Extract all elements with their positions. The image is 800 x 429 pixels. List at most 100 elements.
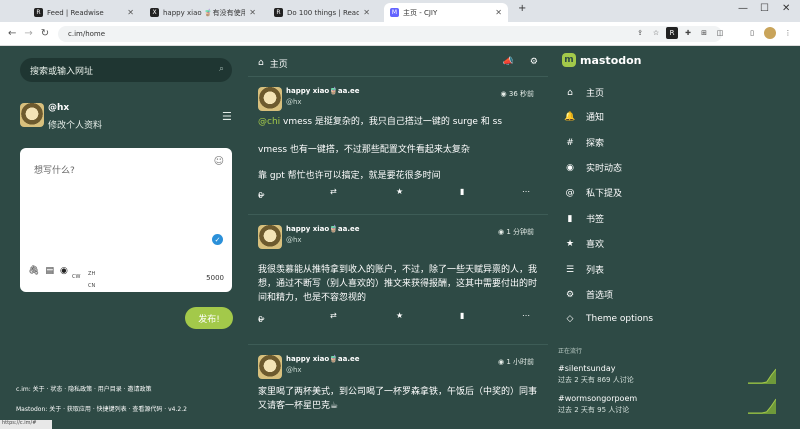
post-paragraph: vmess 也有一键搭，不过那些配置文件看起来太复杂 bbox=[258, 145, 470, 155]
compose-textarea[interactable]: 想写什么? ☺ ✓ 🖇 ▤ ◉ CW ZH CN 5000 bbox=[20, 148, 232, 292]
nav-item-lists[interactable]: ☰ 列表 bbox=[564, 263, 794, 277]
status-post[interactable]: happy xiao🧋aa.ee @hx ◉ 36 秒前 @chi vmess … bbox=[248, 76, 548, 210]
post-paragraph: 靠 gpt 帮忙也许可以搞定，就是要花很多时间 bbox=[258, 171, 441, 181]
nav-label: 通知 bbox=[586, 113, 605, 123]
timestamp[interactable]: ◉ 1 分钟前 bbox=[498, 227, 534, 237]
back-icon[interactable]: ← bbox=[8, 28, 16, 39]
tab-label: Do 100 things | Readwise bbox=[287, 8, 360, 17]
publish-button[interactable]: 发布! bbox=[185, 307, 233, 329]
bookmark-icon[interactable]: ▮ bbox=[460, 311, 464, 320]
avatar[interactable] bbox=[258, 87, 282, 111]
column-header: ⌂ 主页 📣 ⚙ bbox=[248, 52, 548, 74]
content-warning-button[interactable]: CW bbox=[72, 274, 80, 280]
browser-tab-1[interactable]: R Feed | Readwise ✕ bbox=[28, 3, 140, 22]
status-post[interactable]: happy xiao🧋aa.ee @hx ◉ 1 小时前 家里喝了两杯美式，到公… bbox=[248, 344, 548, 429]
browser-tab-3[interactable]: R Do 100 things | Readwise ✕ bbox=[268, 3, 376, 22]
puzzle-extension-icon[interactable]: ✚ bbox=[682, 27, 694, 39]
url-input[interactable]: c.im/home bbox=[58, 26, 722, 42]
bookmark-star-icon[interactable]: ☆ bbox=[650, 27, 662, 39]
footer-mastodon-links[interactable]: Mastodon: 关于 · 获取应用 · 快捷键列表 · 查看源代码 · v4… bbox=[16, 404, 187, 413]
mastodon-logo[interactable]: m mastodon bbox=[562, 53, 642, 67]
avatar[interactable] bbox=[20, 103, 44, 127]
language-selector[interactable]: ZH CN bbox=[88, 268, 95, 292]
user-handle[interactable]: @hx bbox=[48, 103, 69, 113]
bookmark-icon[interactable]: ▮ bbox=[460, 187, 464, 196]
share-icon[interactable]: ⇪ bbox=[634, 27, 646, 39]
sidebar-icon[interactable]: ▯ bbox=[746, 27, 758, 39]
maximize-icon[interactable]: ☐ bbox=[760, 3, 769, 14]
column-settings-icon[interactable]: ⚙ bbox=[530, 57, 538, 67]
post-paragraph: 我很羡慕能从推特拿到收入的账户，不过，除了一些天赋异禀的人，我想，通过不断写（别… bbox=[258, 265, 538, 303]
display-name[interactable]: happy xiao🧋aa.ee bbox=[286, 355, 360, 363]
account-handle[interactable]: @hx bbox=[286, 366, 302, 374]
avatar[interactable] bbox=[258, 355, 282, 379]
avatar[interactable] bbox=[258, 225, 282, 249]
boost-icon[interactable]: ⇄ bbox=[330, 187, 337, 196]
announcements-icon[interactable]: 📣 bbox=[503, 57, 514, 67]
more-options-icon[interactable]: ⋯ bbox=[522, 311, 530, 320]
nav-item-private-mentions[interactable]: @ 私下提及 bbox=[564, 186, 794, 200]
search-input[interactable]: 搜索或输入网址 ⌕ bbox=[20, 58, 232, 82]
nav-item-preferences[interactable]: ⚙ 首选项 bbox=[564, 288, 794, 302]
nav-item-home[interactable]: ⌂ 主页 bbox=[564, 86, 794, 100]
nav-item-theme-options[interactable]: ◇ Theme options bbox=[564, 314, 794, 324]
nav-item-favourites[interactable]: ★ 喜欢 bbox=[564, 237, 794, 251]
attachment-icon[interactable]: 🖇 bbox=[28, 266, 39, 276]
status-post[interactable]: happy xiao🧋aa.ee @hx ◉ 1 分钟前 我很羡慕能从推特拿到收… bbox=[248, 214, 548, 340]
more-options-icon[interactable]: ⋯ bbox=[522, 187, 530, 196]
poll-icon[interactable]: ▤ bbox=[45, 266, 54, 276]
minimize-icon[interactable]: — bbox=[738, 3, 748, 14]
bell-icon: 🔔 bbox=[564, 111, 576, 122]
profile-avatar-icon[interactable] bbox=[764, 27, 776, 39]
hamburger-menu-icon[interactable]: ☰ bbox=[222, 110, 232, 123]
search-icon: ⌕ bbox=[218, 64, 224, 74]
favourite-star-icon[interactable]: ★ bbox=[396, 187, 403, 196]
browser-menu-icon[interactable]: ⋮ bbox=[782, 27, 794, 39]
nav-item-explore[interactable]: # 探索 bbox=[564, 136, 794, 150]
post-content: @chi vmess 是挺复杂的，我只自己搭过一键的 surge 和 ss bbox=[258, 115, 538, 129]
mention-link[interactable]: @chi bbox=[258, 117, 280, 127]
trends-heading: 正在流行 bbox=[558, 348, 583, 355]
visibility-globe-icon[interactable]: ◉ bbox=[60, 266, 68, 276]
nav-item-notifications[interactable]: 🔔 通知 bbox=[564, 110, 794, 124]
at-icon: @ bbox=[565, 187, 575, 198]
nav-item-bookmarks[interactable]: ▮ 书签 bbox=[564, 212, 794, 226]
timestamp[interactable]: ◉ 36 秒前 bbox=[501, 89, 534, 99]
nav-label: Theme options bbox=[586, 314, 654, 324]
timestamp[interactable]: ◉ 1 小时前 bbox=[498, 357, 534, 367]
account-handle[interactable]: @hx bbox=[286, 98, 302, 106]
extension-icon[interactable]: ⊞ bbox=[698, 27, 710, 39]
close-icon[interactable]: ✕ bbox=[495, 8, 502, 17]
nav-item-live-feeds[interactable]: ◉ 实时动态 bbox=[564, 161, 794, 175]
nav-label: 列表 bbox=[586, 266, 605, 276]
tab-label: Feed | Readwise bbox=[47, 8, 104, 17]
reload-icon[interactable]: ↻ bbox=[41, 28, 49, 39]
nav-label: 喜欢 bbox=[586, 240, 605, 250]
window-close-icon[interactable]: ✕ bbox=[782, 3, 790, 14]
new-tab-button[interactable]: + bbox=[518, 3, 526, 14]
close-icon[interactable]: ✕ bbox=[127, 8, 134, 17]
edit-profile-link[interactable]: 修改个人资料 bbox=[48, 118, 102, 131]
favourite-star-icon[interactable]: ★ bbox=[396, 311, 403, 320]
display-name[interactable]: happy xiao🧋aa.ee bbox=[286, 225, 360, 233]
display-name[interactable]: happy xiao🧋aa.ee bbox=[286, 87, 360, 95]
trend-item[interactable]: #wormsongorpoem 过去 2 天有 95 人讨论 bbox=[558, 394, 792, 415]
browser-tab-2[interactable]: X happy xiao 🧋有没有使用... ✕ bbox=[144, 3, 262, 22]
reply-count: 0 bbox=[258, 315, 264, 324]
boost-icon[interactable]: ⇄ bbox=[330, 311, 337, 320]
emoji-picker-icon[interactable]: ☺ bbox=[214, 156, 224, 167]
trend-item[interactable]: #silentsunday 过去 2 天有 869 人讨论 bbox=[558, 364, 792, 385]
brand-name: mastodon bbox=[580, 53, 642, 67]
footer-site-links[interactable]: c.im: 关于 · 状态 · 隐私政策 · 用户目录 · 邀请政策 bbox=[16, 384, 152, 393]
trend-sparkline bbox=[748, 398, 776, 414]
verified-check-icon: ✓ bbox=[212, 234, 223, 245]
close-icon[interactable]: ✕ bbox=[363, 8, 370, 17]
language-region: CN bbox=[88, 283, 96, 289]
extension-icon[interactable]: ◫ bbox=[714, 27, 726, 39]
close-icon[interactable]: ✕ bbox=[249, 8, 256, 17]
account-handle[interactable]: @hx bbox=[286, 236, 302, 244]
forward-icon[interactable]: → bbox=[24, 28, 32, 39]
browser-tab-active[interactable]: M 主页 - CJIY ✕ bbox=[384, 3, 508, 22]
mastodon-favicon-icon: M bbox=[390, 8, 399, 17]
readwise-extension-icon[interactable]: R bbox=[666, 27, 678, 39]
